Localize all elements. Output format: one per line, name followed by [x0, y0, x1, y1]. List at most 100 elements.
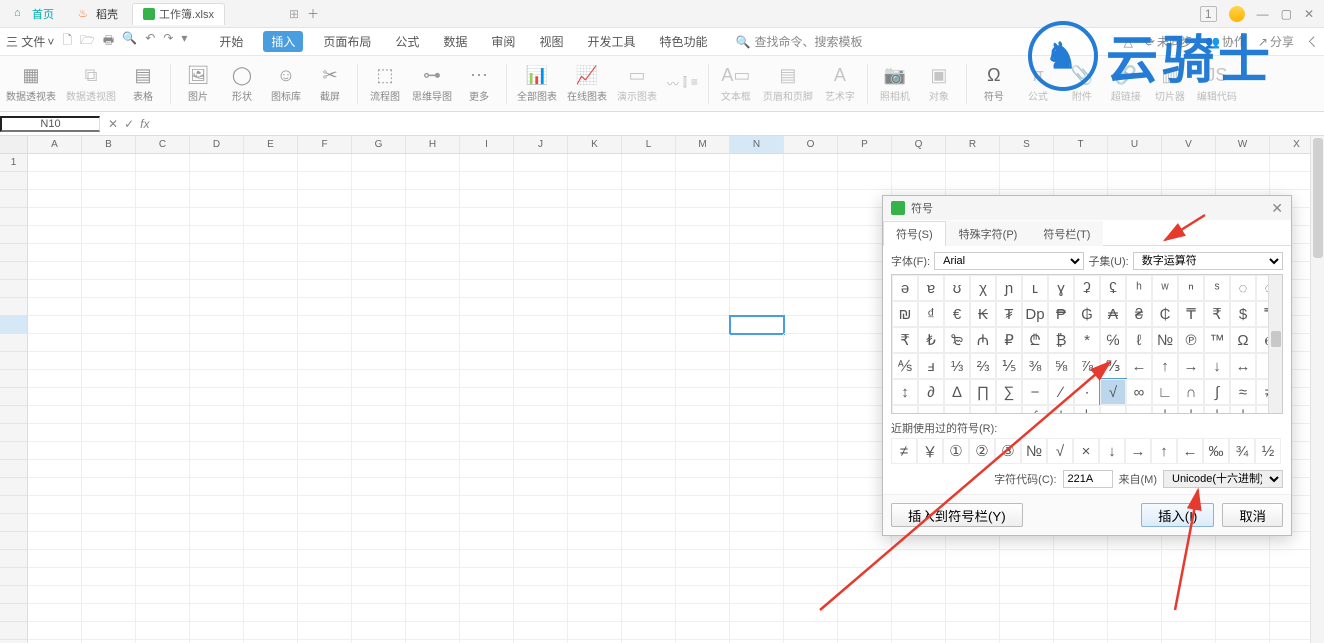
- cell[interactable]: [28, 172, 82, 190]
- cell[interactable]: [784, 244, 838, 262]
- symbol-cell[interactable]: Ω: [1230, 327, 1256, 353]
- cell[interactable]: [136, 460, 190, 478]
- cell[interactable]: [406, 460, 460, 478]
- cell[interactable]: [190, 532, 244, 550]
- cell[interactable]: [352, 244, 406, 262]
- symbol-cell[interactable]: ₳: [1100, 301, 1126, 327]
- cell[interactable]: [730, 226, 784, 244]
- cell[interactable]: [730, 190, 784, 208]
- cell[interactable]: [298, 370, 352, 388]
- cell[interactable]: [622, 514, 676, 532]
- cell[interactable]: [190, 622, 244, 640]
- cell[interactable]: [82, 334, 136, 352]
- symbol-cell[interactable]: ≥: [944, 405, 970, 414]
- cell[interactable]: [190, 316, 244, 334]
- cell[interactable]: [1162, 154, 1216, 172]
- cell[interactable]: [514, 604, 568, 622]
- user-avatar[interactable]: [1229, 6, 1245, 22]
- cell[interactable]: [352, 208, 406, 226]
- cell[interactable]: [244, 352, 298, 370]
- cell[interactable]: [298, 172, 352, 190]
- cell[interactable]: [136, 226, 190, 244]
- cell[interactable]: [946, 172, 1000, 190]
- cell[interactable]: [352, 586, 406, 604]
- cell[interactable]: [82, 532, 136, 550]
- ribbon-pivotchart[interactable]: ⧉数据透视图: [66, 64, 116, 103]
- ribbon-slicer[interactable]: ▥切片器: [1153, 64, 1187, 103]
- cell[interactable]: [460, 154, 514, 172]
- cell[interactable]: [1108, 550, 1162, 568]
- cell[interactable]: [82, 352, 136, 370]
- close-window-icon[interactable]: ✕: [1304, 7, 1314, 21]
- cell[interactable]: [784, 280, 838, 298]
- cell[interactable]: [1054, 568, 1108, 586]
- cell[interactable]: [82, 316, 136, 334]
- cell[interactable]: [406, 190, 460, 208]
- cell[interactable]: [1162, 586, 1216, 604]
- cell[interactable]: [28, 244, 82, 262]
- cell[interactable]: [298, 622, 352, 640]
- column-header[interactable]: W: [1216, 136, 1270, 153]
- symbol-cell[interactable]: ₴: [1126, 301, 1152, 327]
- cell[interactable]: [1054, 586, 1108, 604]
- cell[interactable]: [82, 460, 136, 478]
- cell[interactable]: [514, 208, 568, 226]
- cell[interactable]: [406, 514, 460, 532]
- cell[interactable]: [298, 496, 352, 514]
- cell[interactable]: [946, 586, 1000, 604]
- symbol-cell[interactable]: $: [1230, 301, 1256, 327]
- cell[interactable]: [82, 568, 136, 586]
- cell[interactable]: [244, 550, 298, 568]
- cell[interactable]: [298, 334, 352, 352]
- cell[interactable]: [730, 154, 784, 172]
- cell[interactable]: [82, 370, 136, 388]
- cell[interactable]: [244, 316, 298, 334]
- symbol-cell[interactable]: ɣ: [1048, 275, 1074, 301]
- tab-workbook[interactable]: 工作簿.xlsx: [132, 3, 225, 25]
- cell[interactable]: [190, 604, 244, 622]
- symbol-cell[interactable]: ⅍: [892, 353, 918, 379]
- cell[interactable]: [676, 388, 730, 406]
- cell[interactable]: [514, 460, 568, 478]
- cell[interactable]: [352, 442, 406, 460]
- cell[interactable]: [676, 316, 730, 334]
- cell[interactable]: [352, 604, 406, 622]
- cell[interactable]: [244, 190, 298, 208]
- cell[interactable]: [352, 226, 406, 244]
- cell[interactable]: [1216, 586, 1270, 604]
- cell[interactable]: [298, 406, 352, 424]
- cell[interactable]: [514, 388, 568, 406]
- cell[interactable]: [28, 460, 82, 478]
- cell[interactable]: [892, 172, 946, 190]
- cell[interactable]: [1216, 622, 1270, 640]
- cell[interactable]: [784, 298, 838, 316]
- cell[interactable]: [784, 514, 838, 532]
- column-header[interactable]: N: [730, 136, 784, 153]
- symbol-cell[interactable]: €: [944, 301, 970, 327]
- symbol-cell[interactable]: ≈: [1230, 379, 1256, 405]
- symbol-cell[interactable]: →: [1178, 353, 1204, 379]
- cell[interactable]: [190, 478, 244, 496]
- cell[interactable]: [676, 424, 730, 442]
- symbol-cell[interactable]: ⅎ: [918, 353, 944, 379]
- symbol-cell[interactable]: ℅: [1100, 327, 1126, 353]
- cell[interactable]: [730, 424, 784, 442]
- cell[interactable]: [676, 154, 730, 172]
- symbol-cell[interactable]: ₻: [944, 327, 970, 353]
- ribbon-more[interactable]: ⋯更多: [462, 64, 496, 103]
- cell[interactable]: [136, 208, 190, 226]
- cell[interactable]: [82, 586, 136, 604]
- cell[interactable]: [28, 388, 82, 406]
- cell[interactable]: [136, 568, 190, 586]
- cell[interactable]: [244, 244, 298, 262]
- symbol-cell[interactable]: ∟: [1152, 379, 1178, 405]
- cell[interactable]: [82, 226, 136, 244]
- cell[interactable]: [190, 334, 244, 352]
- cell[interactable]: [298, 190, 352, 208]
- symbol-cell[interactable]: ℗: [1178, 327, 1204, 353]
- cell[interactable]: [838, 550, 892, 568]
- cell[interactable]: [622, 280, 676, 298]
- cell[interactable]: [352, 550, 406, 568]
- symbol-cell[interactable]: ↓: [1204, 353, 1230, 379]
- recent-symbol-cell[interactable]: ½: [1255, 438, 1281, 464]
